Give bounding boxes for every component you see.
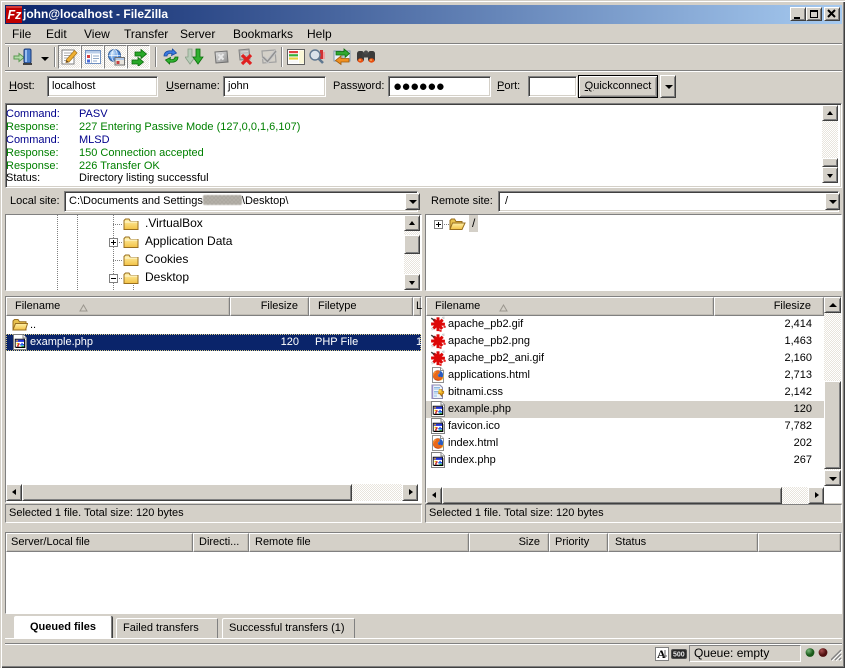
svg-text:Fz: Fz (8, 8, 23, 22)
svg-text:500: 500 (673, 652, 685, 659)
